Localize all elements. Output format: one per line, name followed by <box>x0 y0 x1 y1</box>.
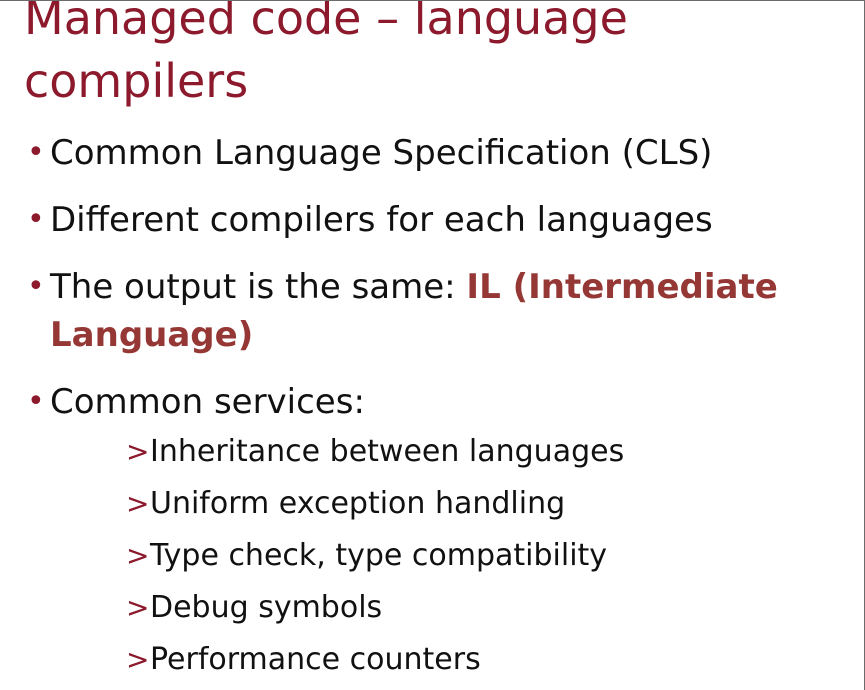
bullet-text: Common services: <box>50 382 365 422</box>
sub-bullet-item: > Inheritance between languages <box>50 426 864 478</box>
bullet-text: Common Language Specification (CLS) <box>50 133 713 173</box>
bullet-list: • Common Language Specification (CLS) • … <box>0 129 864 690</box>
sub-bullet-item: > Type check, type compatibility <box>50 530 864 582</box>
sub-bullet-text: Debug symbols <box>150 590 383 625</box>
sub-bullet-item: > Uniform exception handling <box>50 478 864 530</box>
bullet-item: • The output is the same: IL (Intermedia… <box>0 263 864 359</box>
slide-title: Managed code – language compilers <box>24 0 628 108</box>
chevron-right-icon: > <box>126 435 150 468</box>
bullet-text: The output is the same: <box>50 267 467 307</box>
bullet-dot-icon: • <box>27 384 45 419</box>
sub-bullet-text: Type check, type compatibility <box>150 538 608 573</box>
sub-bullet-item: > Performance counters <box>50 634 864 686</box>
bullet-dot-icon: • <box>27 135 45 170</box>
chevron-right-icon: > <box>126 591 150 624</box>
bullet-item: • Common Language Specification (CLS) <box>0 129 864 177</box>
sub-bullet-item: > Debug symbols <box>50 582 864 634</box>
sub-bullet-list: > Inheritance between languages > Unifor… <box>50 426 864 686</box>
sub-bullet-text: Uniform exception handling <box>150 486 566 521</box>
sub-bullet-text: Inheritance between languages <box>150 434 625 469</box>
bullet-text: Different compilers for each languages <box>50 200 713 240</box>
chevron-right-icon: > <box>126 643 150 676</box>
chevron-right-icon: > <box>126 487 150 520</box>
bullet-dot-icon: • <box>27 269 45 304</box>
bullet-dot-icon: • <box>27 202 45 237</box>
chevron-right-icon: > <box>126 539 150 572</box>
bullet-item: • Different compilers for each languages <box>0 196 864 244</box>
sub-bullet-text: Performance counters <box>150 642 481 677</box>
bullet-item: • Common services: > Inheritance between… <box>0 378 864 686</box>
slide: Managed code – language compilers • Comm… <box>0 0 865 690</box>
